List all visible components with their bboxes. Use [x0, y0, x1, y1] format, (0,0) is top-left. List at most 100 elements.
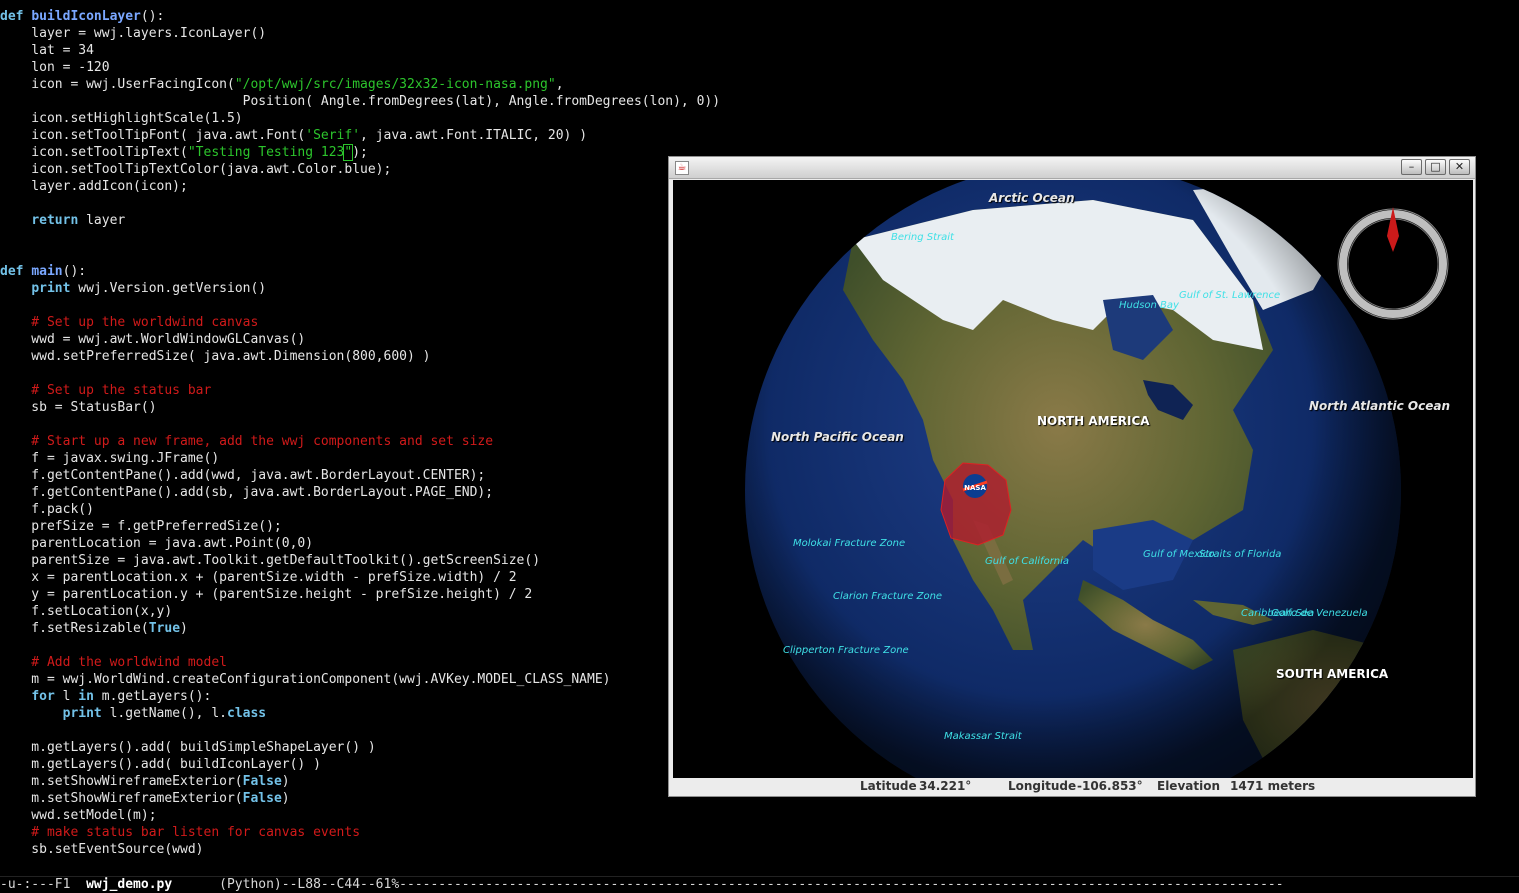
code-line[interactable]: lon = -120 [0, 59, 1519, 76]
code-token: wwd = wwj.awt.WorldWindowGLCanvas() [0, 332, 306, 347]
code-token: m.getLayers().add( buildSimpleShapeLayer… [0, 740, 376, 755]
code-token: wwd.setPreferredSize( java.awt.Dimension… [0, 349, 431, 364]
label-gulf-st-lawrence: Gulf of St. Lawrence [1179, 290, 1281, 301]
code-line[interactable]: def buildIconLayer(): [0, 8, 1519, 25]
maximize-button[interactable]: □ [1425, 159, 1446, 175]
code-token: False [242, 791, 282, 806]
code-token: m = wwj.WorldWind.createConfigurationCom… [0, 672, 611, 687]
globe-view: NASA [745, 180, 1449, 778]
code-token: m.setShowWireframeExterior( [0, 791, 243, 806]
label-molokai-fracture-zone: Molokai Fracture Zone [793, 538, 906, 549]
code-token: main [31, 264, 63, 279]
code-line[interactable]: icon.setToolTipFont( java.awt.Font('Seri… [0, 127, 1519, 144]
code-token: layer = wwj.layers.IconLayer() [0, 26, 267, 41]
code-token: prefSize = f.getPreferredSize(); [0, 519, 282, 534]
code-token: buildIconLayer [31, 9, 141, 24]
elevation-label: Elevation [1157, 779, 1221, 793]
code-token: icon.setToolTipText( [0, 145, 188, 160]
code-token: sb.setEventSource(wwd) [0, 842, 204, 857]
label-north-atlantic-ocean: North Atlantic Ocean [1309, 399, 1451, 413]
elevation-value: 1471 meters [1230, 779, 1316, 793]
code-token: f = javax.swing.JFrame() [0, 451, 220, 466]
code-token: sb = StatusBar() [0, 400, 157, 415]
mode-line-status: (Python)--L88--C44--61%-----------------… [172, 877, 1284, 892]
label-arctic-ocean: Arctic Ocean [989, 191, 1075, 205]
code-token: f.setLocation(x,y) [0, 604, 173, 619]
code-token: f.getContentPane().add(wwd, java.awt.Bor… [0, 468, 486, 483]
longitude-value: -106.853° [1077, 779, 1143, 793]
latitude-value: 34.221° [919, 779, 972, 793]
code-line[interactable]: # make status bar listen for canvas even… [0, 824, 1519, 841]
code-token: y = parentLocation.y + (parentSize.heigh… [0, 587, 533, 602]
code-token: ) [281, 791, 290, 806]
code-token: m.setShowWireframeExterior( [0, 774, 243, 789]
code-token: icon.setToolTipTextColor(java.awt.Color.… [0, 162, 392, 177]
code-token: ) [180, 621, 188, 636]
code-token: f.getContentPane().add(sb, java.awt.Bord… [0, 485, 494, 500]
buffer-filename: wwj_demo.py [86, 877, 173, 892]
code-token: class [227, 706, 267, 721]
code-token: f.setResizable( [0, 621, 149, 636]
code-token: print [62, 706, 102, 721]
code-token: x = parentLocation.x + (parentSize.width… [0, 570, 517, 585]
label-makassar-strait: Makassar Strait [944, 731, 1022, 742]
label-bering-strait: Bering Strait [891, 232, 954, 243]
code-token: lon = -120 [0, 60, 110, 75]
window-titlebar[interactable]: ☕ – □ ✕ [669, 157, 1475, 179]
code-line[interactable]: icon.setHighlightScale(1.5) [0, 110, 1519, 127]
code-line[interactable]: Position( Angle.fromDegrees(lat), Angle.… [0, 93, 1519, 110]
globe-shading [745, 180, 1401, 778]
code-token: for [31, 689, 55, 704]
nasa-icon-text: NASA [964, 484, 986, 492]
worldwind-canvas[interactable]: NASA Arctic Ocean Bering Strait Hudson B… [673, 180, 1473, 778]
latitude-label: Latitude [860, 779, 917, 793]
code-token: icon = wwj.UserFacingIcon( [0, 77, 235, 92]
close-button[interactable]: ✕ [1449, 159, 1470, 175]
code-token: # make status bar listen for canvas even… [0, 825, 361, 840]
code-token: # Set up the worldwind canvas [0, 315, 259, 330]
code-token: parentLocation = java.awt.Point(0,0) [0, 536, 314, 551]
code-token: l [54, 689, 79, 704]
code-token: # Add the worldwind model [0, 655, 227, 670]
code-line[interactable]: icon = wwj.UserFacingIcon("/opt/wwj/src/… [0, 76, 1519, 93]
code-token: (): [140, 9, 165, 24]
code-token: print [31, 281, 71, 296]
code-token: icon.setHighlightScale(1.5) [0, 111, 243, 126]
code-line[interactable]: layer = wwj.layers.IconLayer() [0, 25, 1519, 42]
code-token: , java.awt.Font.ITALIC, 20) ) [360, 128, 588, 143]
label-north-america: NORTH AMERICA [1037, 414, 1150, 428]
code-line[interactable]: wwd.setModel(m); [0, 807, 1519, 824]
code-token: # Start up a new frame, add the wwj comp… [0, 434, 494, 449]
code-line[interactable]: lat = 34 [0, 42, 1519, 59]
code-token: def [0, 9, 32, 24]
label-hudson-bay: Hudson Bay [1119, 300, 1179, 311]
minimize-button[interactable]: – [1401, 159, 1422, 175]
code-token: lat = 34 [0, 43, 94, 58]
code-line[interactable]: sb.setEventSource(wwd) [0, 841, 1519, 858]
compass[interactable] [1337, 207, 1449, 320]
code-token: , [555, 77, 564, 92]
code-token: False [242, 774, 282, 789]
mode-line-prefix: -u-:---F1 [0, 877, 87, 892]
code-token: layer [78, 213, 126, 228]
java-cup-icon[interactable]: ☕ [675, 161, 689, 175]
code-token: m.getLayers().add( buildIconLayer() ) [0, 757, 321, 772]
label-clipperton-fracture-zone: Clipperton Fracture Zone [783, 645, 909, 656]
code-token: Position( Angle.fromDegrees(lat), Angle.… [0, 94, 721, 109]
emacs-mode-line: -u-:---F1 wwj_demo.py (Python)--L88--C44… [0, 876, 1519, 893]
label-north-pacific-ocean: North Pacific Ocean [771, 430, 904, 444]
status-bar: Latitude 34.221° Longitude -106.853° Ele… [669, 778, 1475, 796]
worldwind-window: ☕ – □ ✕ NASA Arctic Ocean Bering Strait … [668, 156, 1476, 797]
code-token: True [148, 621, 181, 636]
code-token: # Set up the status bar [0, 383, 212, 398]
code-token: icon.setToolTipFont( java.awt.Font( [0, 128, 306, 143]
label-clarion-fracture-zone: Clarion Fracture Zone [833, 591, 943, 602]
code-token: return [31, 213, 79, 228]
code-token: parentSize = java.awt.Toolkit.getDefault… [0, 553, 541, 568]
code-token: ); [352, 145, 368, 160]
label-golfo-de-venezuela: Golfo de Venezuela [1271, 608, 1368, 619]
code-token: def [0, 264, 32, 279]
